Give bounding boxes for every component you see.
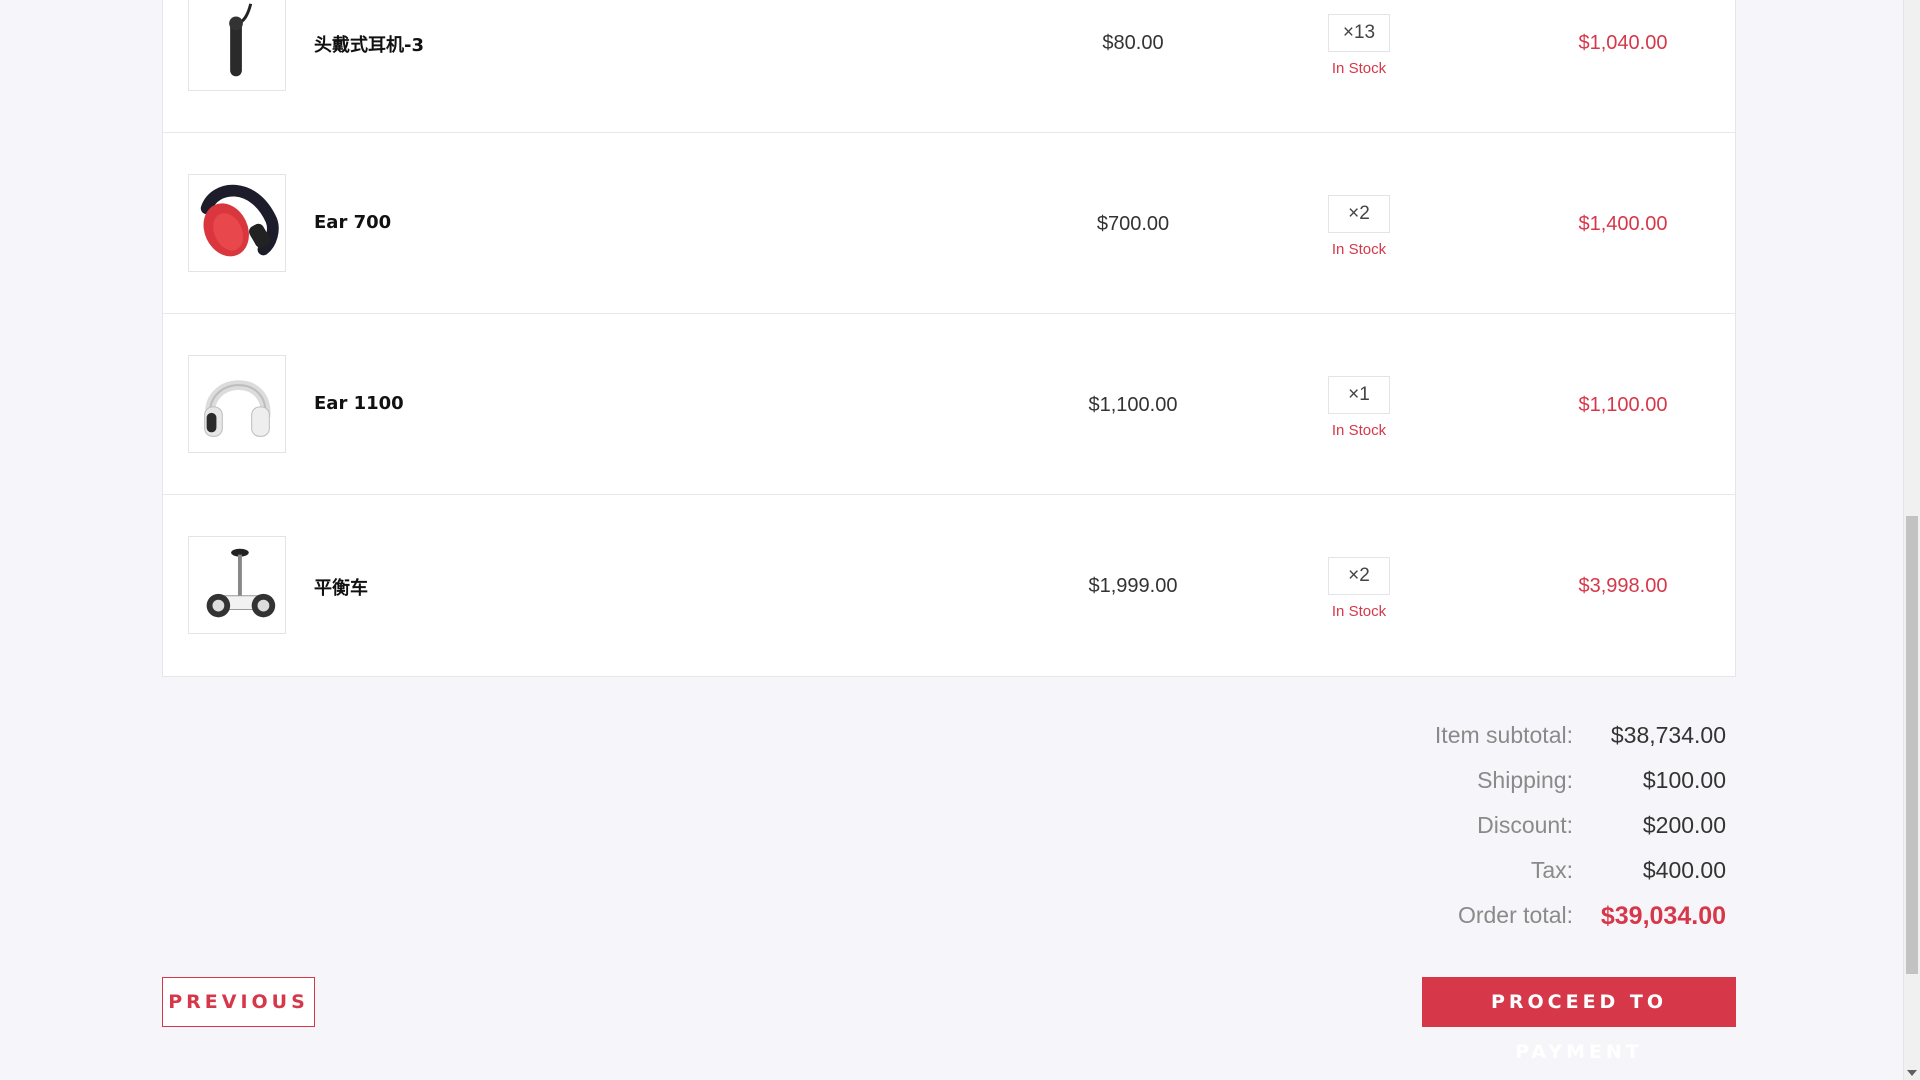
stock-status: In Stock bbox=[1331, 603, 1387, 620]
line-total: $1,040.00 bbox=[1578, 32, 1668, 54]
tax-value: $400.00 bbox=[1642, 857, 1726, 883]
discount-row: Discount: $200.00 bbox=[1300, 812, 1726, 842]
balance-scooter-icon[interactable] bbox=[188, 536, 286, 634]
subtotal-label: Item subtotal: bbox=[1434, 722, 1573, 748]
product-name[interactable]: Ear 700 bbox=[314, 212, 391, 233]
cart-items-list: 头戴式耳机-3 $80.00 ×13 In Stock $1,040.00 Ea… bbox=[162, 0, 1736, 677]
product-name[interactable]: 头戴式耳机-3 bbox=[314, 31, 424, 57]
cart-row: Ear 1100 $1,100.00 ×1 In Stock $1,100.00 bbox=[163, 314, 1735, 495]
shipping-label: Shipping: bbox=[1477, 767, 1573, 793]
line-total: $1,100.00 bbox=[1578, 394, 1668, 416]
order-total-row: Order total: $39,034.00 bbox=[1300, 902, 1726, 932]
line-total: $1,400.00 bbox=[1578, 213, 1668, 235]
white-headphones-icon[interactable] bbox=[188, 355, 286, 453]
discount-value: $200.00 bbox=[1642, 812, 1726, 838]
cart-row: 头戴式耳机-3 $80.00 ×13 In Stock $1,040.00 bbox=[163, 0, 1735, 133]
stock-status: In Stock bbox=[1331, 60, 1387, 77]
stock-status: In Stock bbox=[1331, 241, 1387, 258]
unit-price: $700.00 bbox=[1096, 213, 1170, 235]
cart-row: 平衡车 $1,999.00 ×2 In Stock $3,998.00 bbox=[163, 495, 1735, 676]
line-total: $3,998.00 bbox=[1578, 575, 1668, 597]
quantity-box[interactable]: ×2 bbox=[1328, 557, 1390, 595]
tax-label: Tax: bbox=[1530, 857, 1573, 883]
product-name[interactable]: 平衡车 bbox=[314, 574, 368, 600]
shipping-value: $100.00 bbox=[1642, 767, 1726, 793]
vertical-scrollbar[interactable] bbox=[1903, 0, 1920, 1080]
order-total-label: Order total: bbox=[1457, 902, 1573, 928]
quantity-box[interactable]: ×1 bbox=[1328, 376, 1390, 414]
quantity-box[interactable]: ×2 bbox=[1328, 195, 1390, 233]
shipping-row: Shipping: $100.00 bbox=[1300, 767, 1726, 797]
red-headphones-icon[interactable] bbox=[188, 174, 286, 272]
cart-row: Ear 700 $700.00 ×2 In Stock $1,400.00 bbox=[163, 133, 1735, 314]
discount-label: Discount: bbox=[1477, 812, 1573, 838]
previous-button[interactable]: PREVIOUS bbox=[162, 977, 315, 1027]
product-name[interactable]: Ear 1100 bbox=[314, 393, 404, 414]
earpiece-icon[interactable] bbox=[188, 0, 286, 91]
checkout-page: 头戴式耳机-3 $80.00 ×13 In Stock $1,040.00 Ea… bbox=[0, 0, 1920, 1080]
order-total-value: $39,034.00 bbox=[1600, 902, 1726, 930]
subtotal-value: $38,734.00 bbox=[1610, 722, 1726, 748]
tax-row: Tax: $400.00 bbox=[1300, 857, 1726, 887]
unit-price: $80.00 bbox=[1102, 32, 1164, 54]
proceed-to-payment-button[interactable]: PROCEED TO PAYMENT bbox=[1422, 977, 1736, 1063]
quantity-box[interactable]: ×13 bbox=[1328, 14, 1390, 52]
scrollbar-thumb[interactable] bbox=[1906, 516, 1918, 974]
unit-price: $1,999.00 bbox=[1088, 575, 1178, 597]
unit-price: $1,100.00 bbox=[1088, 394, 1178, 416]
subtotal-row: Item subtotal: $38,734.00 bbox=[1300, 722, 1726, 752]
stock-status: In Stock bbox=[1331, 422, 1387, 439]
scroll-down-arrow-icon[interactable] bbox=[1907, 1070, 1917, 1076]
